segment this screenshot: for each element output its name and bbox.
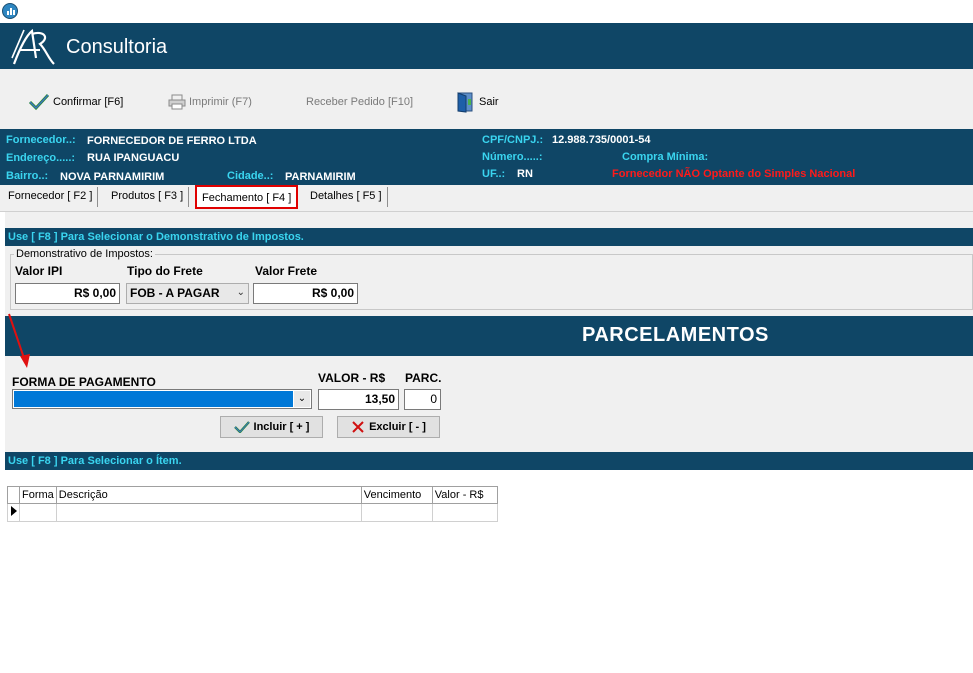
supplier-name-value: FORNECEDOR DE FERRO LTDA <box>87 135 257 147</box>
amount-input[interactable]: 13,50 <box>318 389 399 410</box>
exit-button[interactable]: Sair <box>456 90 499 114</box>
confirm-label: Confirmar [F6] <box>53 96 124 108</box>
remove-button[interactable]: Excluir [ - ] <box>337 416 440 438</box>
cnpj-label: CPF/CNPJ.: <box>482 134 544 146</box>
include-button[interactable]: Incluir [ + ] <box>220 416 323 438</box>
installments-grid[interactable]: Forma Descrição Vencimento Valor - R$ <box>7 486 498 522</box>
city-label: Cidade..: <box>227 170 274 182</box>
cell-forma[interactable] <box>19 503 57 522</box>
tab-fechamento[interactable]: Fechamento [ F4 ] <box>195 185 299 209</box>
ipi-value-input[interactable]: R$ 0,00 <box>15 283 120 304</box>
payment-method-select[interactable]: ⌄ <box>12 389 312 409</box>
grid-indicator-header <box>7 486 20 504</box>
app-icon <box>2 3 18 19</box>
taxes-hint-bar: Use [ F8 ] Para Selecionar o Demonstrati… <box>5 228 973 246</box>
remove-label: Excluir [ - ] <box>369 421 426 433</box>
payment-method-selected <box>14 391 293 407</box>
receive-order-button[interactable]: Receber Pedido [F10] <box>306 90 413 114</box>
grid-header-forma[interactable]: Forma <box>19 486 57 504</box>
installments-title: PARCELAMENTOS <box>582 324 769 346</box>
cnpj-value: 12.988.735/0001-54 <box>552 134 651 146</box>
print-label: Imprimir (F7) <box>189 96 252 108</box>
table-row[interactable] <box>7 503 498 522</box>
exit-label: Sair <box>479 96 499 108</box>
installments-count-label: PARC. <box>405 371 442 385</box>
tab-produtos[interactable]: Produtos [ F3 ] <box>106 187 190 207</box>
installments-count-input[interactable]: 0 <box>404 389 441 410</box>
grid-header-vencimento[interactable]: Vencimento <box>360 486 433 504</box>
amount-label: VALOR - R$ <box>318 371 386 385</box>
installments-header <box>5 316 973 356</box>
freight-value-label: Valor Frete <box>255 264 318 278</box>
simples-nacional-warning: Fornecedor NÃO Optante do Simples Nacion… <box>612 168 856 180</box>
chevron-down-icon: ⌄ <box>294 391 310 407</box>
supplier-name-label: Fornecedor..: <box>6 134 76 146</box>
cell-vencimento[interactable] <box>360 503 433 522</box>
include-label: Incluir [ + ] <box>253 421 310 433</box>
check-icon <box>233 421 250 433</box>
row-indicator-icon <box>7 503 20 522</box>
state-value: RN <box>517 168 533 180</box>
freight-type-select[interactable]: FOB - A PAGAR ⌄ <box>126 283 249 304</box>
grid-header-descricao[interactable]: Descrição <box>55 486 362 504</box>
address-value: RUA IPANGUACU <box>87 152 180 164</box>
annotation-arrow-icon <box>8 313 30 368</box>
address-label: Endereço.....: <box>6 152 76 164</box>
state-label: UF..: <box>482 168 506 180</box>
number-label: Número.....: <box>482 151 543 163</box>
district-value: NOVA PARNAMIRIM <box>60 171 165 183</box>
district-label: Bairro..: <box>6 170 49 182</box>
chevron-down-icon: ⌄ <box>236 287 245 298</box>
freight-type-value: FOB - A PAGAR <box>130 286 220 300</box>
cell-descricao[interactable] <box>55 503 362 522</box>
tab-fornecedor[interactable]: Fornecedor [ F2 ] <box>3 187 99 207</box>
brand-name: Consultoria <box>66 36 168 58</box>
grid-header-valor[interactable]: Valor - R$ <box>431 486 498 504</box>
confirm-button[interactable]: Confirmar [F6] <box>28 90 123 114</box>
check-icon <box>28 93 50 111</box>
company-logo <box>11 28 55 65</box>
payment-method-label: FORMA DE PAGAMENTO <box>12 375 156 389</box>
freight-value-input[interactable]: R$ 0,00 <box>253 283 358 304</box>
printer-icon <box>168 94 186 110</box>
city-value: PARNAMIRIM <box>285 171 356 183</box>
print-button[interactable]: Imprimir (F7) <box>168 90 252 114</box>
items-hint-bar: Use [ F8 ] Para Selecionar o Ítem. <box>5 452 973 470</box>
freight-type-label: Tipo do Frete <box>127 264 203 278</box>
tab-detalhes[interactable]: Detalhes [ F5 ] <box>305 187 388 207</box>
ipi-label: Valor IPI <box>15 264 63 278</box>
minimum-purchase-label: Compra Mínima: <box>622 151 709 163</box>
exit-door-icon <box>457 92 473 113</box>
close-icon <box>352 421 364 433</box>
taxes-group-title: Demonstrativo de Impostos: <box>14 248 155 260</box>
cell-valor[interactable] <box>431 503 498 522</box>
receive-order-label: Receber Pedido [F10] <box>306 96 414 108</box>
